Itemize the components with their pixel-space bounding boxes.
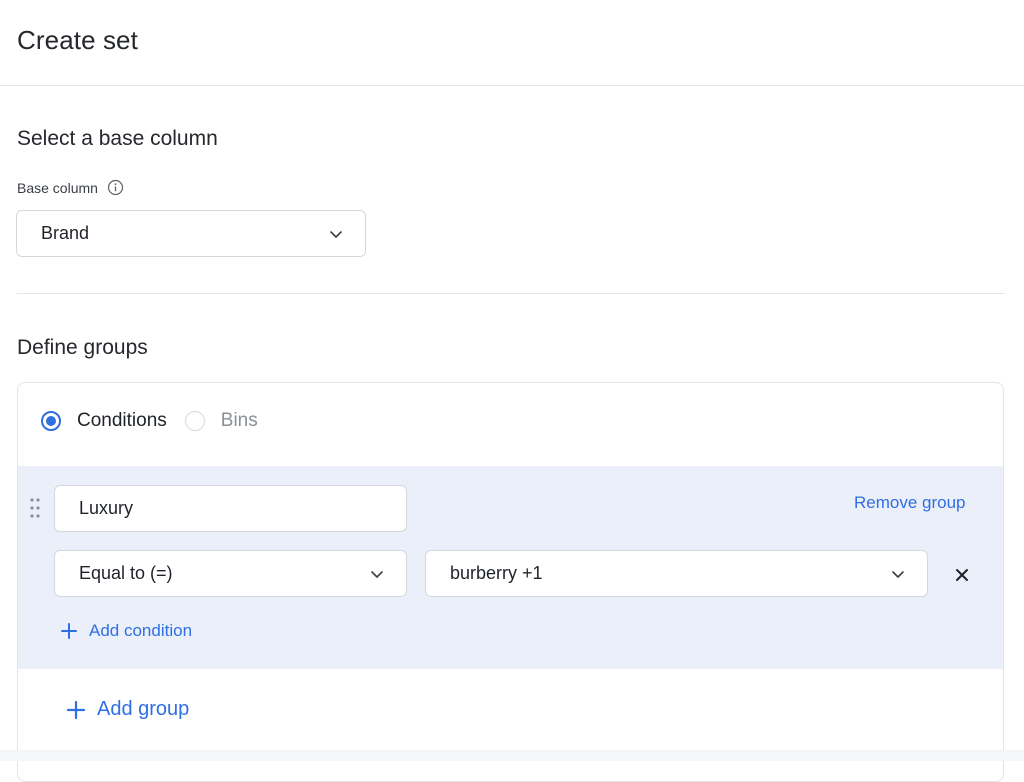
add-condition-button[interactable]: Add condition	[61, 621, 192, 641]
groups-card: Conditions Bins Luxury Remove group Equa…	[17, 382, 1004, 782]
section-divider	[17, 293, 1005, 294]
group-panel: Luxury Remove group Equal to (=) burberr…	[18, 466, 1003, 669]
plus-icon	[67, 700, 85, 719]
dialog-header: Create set	[0, 0, 1024, 86]
base-column-select[interactable]: Brand	[16, 210, 366, 257]
conditions-radio-label[interactable]: Conditions	[77, 410, 167, 432]
drag-handle-icon[interactable]	[29, 497, 41, 519]
operator-value: Equal to (=)	[79, 563, 173, 583]
base-column-label-text: Base column	[17, 179, 98, 196]
remove-condition-close-icon[interactable]	[953, 566, 971, 584]
base-column-value: Brand	[41, 223, 90, 243]
condition-value: burberry +1	[450, 563, 543, 583]
page-title: Create set	[17, 25, 138, 55]
chevron-down-icon	[329, 227, 343, 241]
remove-group-button[interactable]: Remove group	[854, 493, 966, 513]
add-condition-label: Add condition	[89, 621, 193, 640]
add-group-label: Add group	[97, 698, 190, 720]
groups-section-heading: Define groups	[17, 336, 148, 359]
bins-radio[interactable]	[184, 411, 205, 431]
condition-value-select[interactable]: burberry +1	[425, 550, 928, 597]
chevron-down-icon	[891, 567, 905, 581]
plus-icon	[61, 623, 77, 639]
group-name-input[interactable]: Luxury	[54, 485, 407, 532]
operator-select[interactable]: Equal to (=)	[54, 550, 407, 597]
base-section-heading: Select a base column	[17, 127, 218, 150]
conditions-radio[interactable]	[41, 411, 61, 431]
chevron-down-icon	[370, 567, 384, 581]
add-group-button[interactable]: Add group	[67, 698, 189, 721]
info-icon[interactable]	[107, 179, 124, 196]
group-name-value: Luxury	[79, 498, 134, 518]
mode-radio-group: Conditions Bins	[41, 410, 258, 432]
base-column-label: Base column	[17, 179, 124, 196]
footer-strip	[0, 750, 1024, 761]
bins-radio-label[interactable]: Bins	[221, 410, 258, 432]
